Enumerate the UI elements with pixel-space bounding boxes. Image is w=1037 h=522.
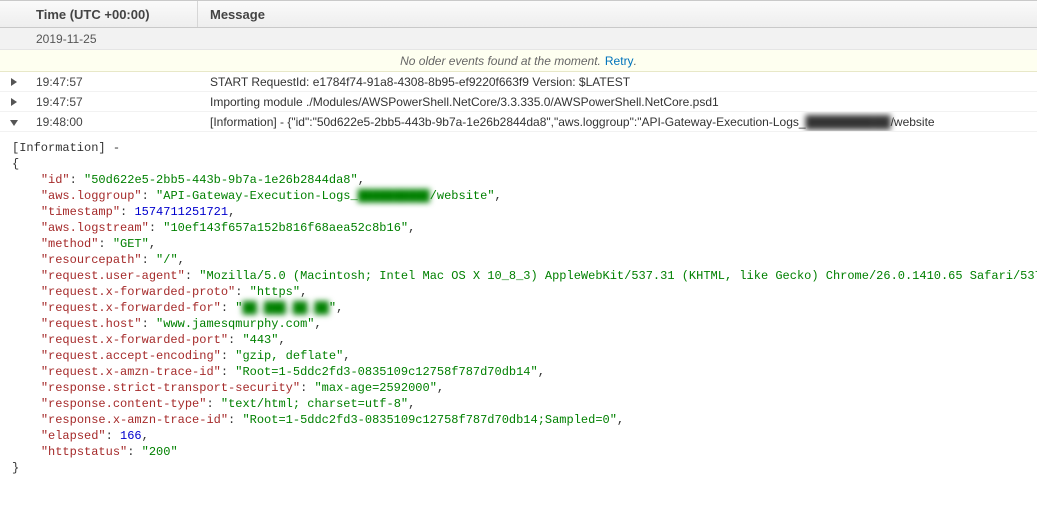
redacted-text: ██████████ <box>358 189 430 203</box>
collapse-caret-icon[interactable] <box>10 120 18 126</box>
log-time: 19:47:57 <box>28 92 198 111</box>
table-header: Time (UTC +00:00) Message <box>0 0 1037 28</box>
date-group-row: 2019-11-25 <box>0 28 1037 50</box>
date-group-label: 2019-11-25 <box>36 32 97 46</box>
detail-header: [Information] - <box>12 141 120 155</box>
no-older-text: No older events found at the moment. <box>400 54 601 68</box>
expand-caret-icon[interactable] <box>11 78 17 86</box>
message-column-header[interactable]: Message <box>198 1 1037 27</box>
log-time: 19:47:57 <box>28 72 198 91</box>
log-message: START RequestId: e1784f74-91a8-4308-8b95… <box>198 72 1037 91</box>
log-detail-panel: [Information] - { "id": "50d622e5-2bb5-4… <box>0 132 1037 484</box>
log-time: 19:48:00 <box>28 112 198 131</box>
log-row[interactable]: 19:47:57 Importing module ./Modules/AWSP… <box>0 92 1037 112</box>
redacted-text: ██.███.██.██ <box>242 301 328 315</box>
redacted-text: ██████████ <box>806 115 891 129</box>
log-row-expanded[interactable]: 19:48:00 [Information] - {"id":"50d622e5… <box>0 112 1037 132</box>
time-column-header[interactable]: Time (UTC +00:00) <box>28 1 198 27</box>
log-message: Importing module ./Modules/AWSPowerShell… <box>198 92 1037 111</box>
no-older-events-row: No older events found at the moment. Ret… <box>0 50 1037 72</box>
expand-caret-icon[interactable] <box>11 98 17 106</box>
retry-link[interactable]: Retry <box>605 54 634 68</box>
log-message: [Information] - {"id":"50d622e5-2bb5-443… <box>198 112 1037 131</box>
log-row[interactable]: 19:47:57 START RequestId: e1784f74-91a8-… <box>0 72 1037 92</box>
